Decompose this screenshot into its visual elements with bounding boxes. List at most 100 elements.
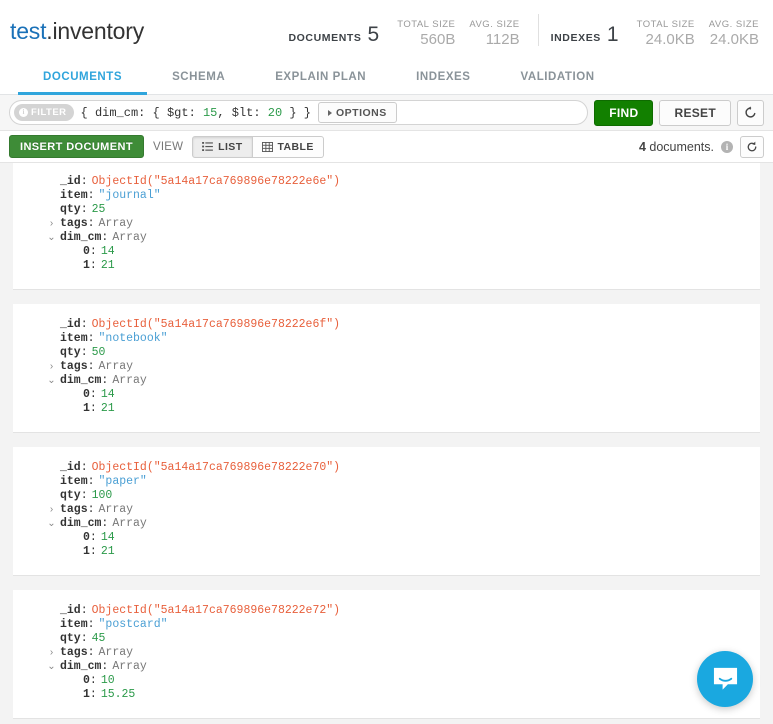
tab-schema[interactable]: SCHEMA [147, 62, 250, 95]
field-value: 100 [92, 489, 113, 503]
field-value: Array [99, 646, 134, 660]
array-value: 14 [101, 245, 115, 259]
view-mode-list-button[interactable]: LIST [192, 136, 252, 158]
chevron-right-icon[interactable]: › [47, 646, 56, 660]
document-card[interactable]: _id:ObjectId("5a14a17ca769896e78222e6f")… [13, 304, 760, 433]
field-key: tags [60, 217, 88, 231]
field-value: Array [99, 360, 134, 374]
refresh-button[interactable] [740, 136, 764, 158]
field-row-tags: ›tags:Array [13, 217, 760, 231]
indexes-total-size-label: TOTAL SIZE [637, 18, 695, 31]
field-value: Array [112, 660, 147, 674]
reset-button[interactable]: RESET [659, 100, 731, 126]
document-card[interactable]: _id:ObjectId("5a14a17ca769896e78222e6e")… [13, 163, 760, 290]
chevron-right-icon[interactable]: › [47, 503, 56, 517]
array-index: 0 [83, 388, 90, 402]
field-row-tags: ›tags:Array [13, 646, 760, 660]
document-list[interactable]: _id:ObjectId("5a14a17ca769896e78222e6e")… [0, 163, 773, 724]
options-toggle-button[interactable]: OPTIONS [318, 102, 397, 123]
view-mode-toggle: LIST TABLE [192, 136, 324, 158]
document-count-label: documents. [649, 140, 714, 154]
indexes-stats: INDEXES 1 TOTAL SIZE 24.0KB AVG. SIZE 24… [551, 18, 759, 48]
collection-name: inventory [52, 18, 144, 44]
find-button[interactable]: FIND [594, 100, 653, 126]
field-key: _id [60, 461, 81, 475]
field-row: qty:25 [13, 203, 760, 217]
indexes-avg-size-label: AVG. SIZE [709, 18, 759, 31]
field-key: qty [60, 346, 81, 360]
chevron-right-icon[interactable]: › [47, 217, 56, 231]
array-value: 14 [101, 388, 115, 402]
array-value: 21 [101, 259, 115, 273]
documents-total-size-label: TOTAL SIZE [397, 18, 455, 31]
field-value: ObjectId("5a14a17ca769896e78222e6f") [92, 318, 340, 332]
list-bullet-icon [202, 142, 213, 151]
field-value: ObjectId("5a14a17ca769896e78222e70") [92, 461, 340, 475]
field-row: item:"postcard" [13, 618, 760, 632]
field-key: item [60, 332, 88, 346]
tab-explain-plan[interactable]: EXPLAIN PLAN [250, 62, 391, 95]
array-value: 21 [101, 545, 115, 559]
documents-total-size-value: 560B [420, 31, 455, 48]
field-row: item:"notebook" [13, 332, 760, 346]
field-key: _id [60, 175, 81, 189]
array-item-row: 0:14 [13, 531, 760, 545]
chevron-down-icon[interactable]: ⌄ [47, 374, 56, 388]
field-row-tags: ›tags:Array [13, 360, 760, 374]
refresh-icon [746, 141, 758, 153]
array-index: 0 [83, 674, 90, 688]
filter-query-lt-value: 20 [268, 106, 282, 120]
document-count: 4 documents. [639, 140, 714, 154]
chevron-down-icon[interactable]: ⌄ [47, 660, 56, 674]
indexes-avg-size-value: 24.0KB [710, 31, 759, 48]
array-index: 1 [83, 402, 90, 416]
filter-badge[interactable]: i FILTER [14, 104, 74, 121]
query-history-button[interactable] [737, 100, 764, 126]
filter-input[interactable]: i FILTER { dim_cm: { $gt: 15, $lt: 20 } … [9, 100, 588, 125]
chat-launcher-button[interactable] [697, 651, 753, 707]
array-item-row: 0:10 [13, 674, 760, 688]
tab-documents[interactable]: DOCUMENTS [18, 62, 147, 95]
documents-avg-size-label: AVG. SIZE [469, 18, 519, 31]
indexes-stat-label: INDEXES [551, 32, 601, 44]
documents-stats: DOCUMENTS 5 TOTAL SIZE 560B AVG. SIZE 11… [288, 18, 519, 48]
field-value: "notebook" [99, 332, 168, 346]
chevron-down-icon[interactable]: ⌄ [47, 231, 56, 245]
field-key: qty [60, 632, 81, 646]
field-key: dim_cm [60, 374, 101, 388]
array-item-row: 1:21 [13, 402, 760, 416]
document-card[interactable]: _id:ObjectId("5a14a17ca769896e78222e70")… [13, 447, 760, 576]
array-item-row: 1:21 [13, 545, 760, 559]
documents-avg-size-value: 112B [486, 31, 520, 48]
field-row-dim-cm: ⌄dim_cm:Array [13, 231, 760, 245]
tab-indexes[interactable]: INDEXES [391, 62, 495, 95]
filter-query-prefix: { dim_cm: { $gt: [81, 106, 203, 120]
insert-document-button[interactable]: INSERT DOCUMENT [9, 135, 144, 158]
filter-query-mid: , $lt: [217, 106, 267, 120]
field-key: tags [60, 646, 88, 660]
field-row-dim-cm: ⌄dim_cm:Array [13, 374, 760, 388]
options-label: OPTIONS [336, 107, 387, 119]
chevron-right-icon [328, 110, 332, 116]
array-value: 10 [101, 674, 115, 688]
field-key: tags [60, 360, 88, 374]
field-key: tags [60, 503, 88, 517]
field-key: item [60, 189, 88, 203]
field-row: _id:ObjectId("5a14a17ca769896e78222e6f") [13, 318, 760, 332]
database-name: test [10, 18, 46, 44]
field-value: "journal" [99, 189, 161, 203]
collection-stats: DOCUMENTS 5 TOTAL SIZE 560B AVG. SIZE 11… [288, 14, 759, 48]
tab-validation[interactable]: VALIDATION [496, 62, 620, 95]
field-key: item [60, 618, 88, 632]
chevron-down-icon[interactable]: ⌄ [47, 517, 56, 531]
view-mode-table-label: TABLE [278, 141, 314, 153]
view-mode-table-button[interactable]: TABLE [253, 136, 324, 158]
view-mode-list-label: LIST [218, 141, 242, 153]
info-circle-icon[interactable]: i [721, 141, 733, 153]
array-item-row: 1:15.25 [13, 688, 760, 702]
stats-divider [538, 14, 539, 46]
field-value: Array [99, 503, 134, 517]
document-card[interactable]: _id:ObjectId("5a14a17ca769896e78222e72")… [13, 590, 760, 719]
chevron-right-icon[interactable]: › [47, 360, 56, 374]
array-index: 0 [83, 531, 90, 545]
